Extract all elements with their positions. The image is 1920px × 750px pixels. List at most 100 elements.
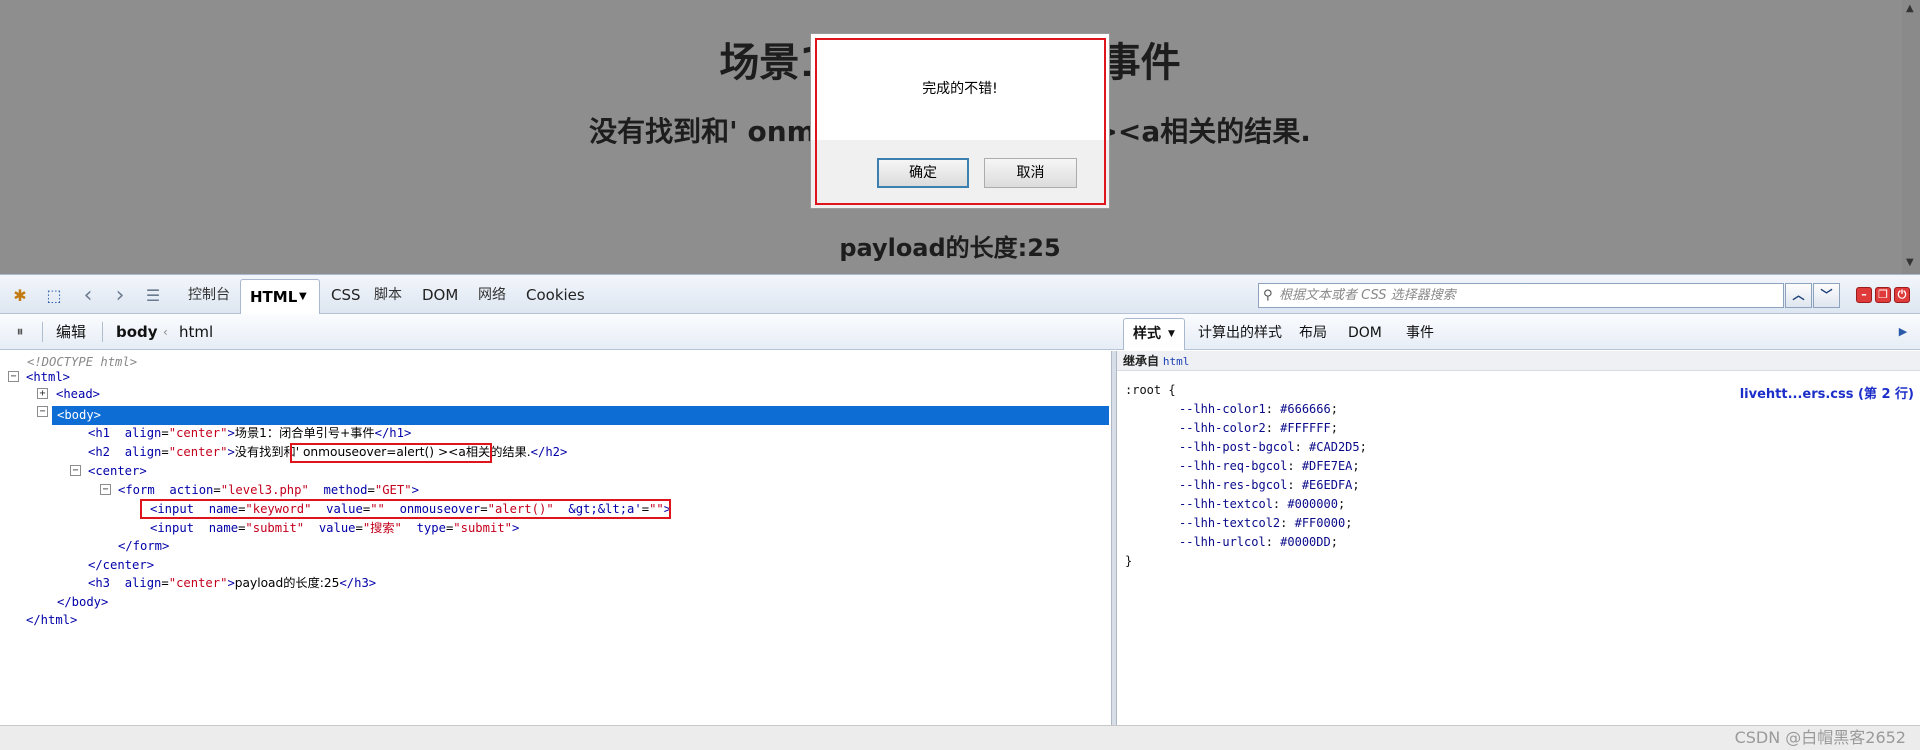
tag-h3-close: </h3> — [339, 576, 377, 590]
forward-icon[interactable]: › — [110, 285, 130, 307]
toolbar-separator — [102, 322, 103, 342]
attr-name: type — [416, 521, 446, 535]
attr-value: "submit" — [245, 521, 305, 535]
tab-html[interactable]: HTML ▼ — [240, 279, 320, 316]
breadcrumb-body[interactable]: body — [116, 314, 158, 350]
breadcrumb-separator-icon: ‹ — [163, 325, 168, 339]
breadcrumb-html[interactable]: html — [179, 314, 213, 350]
inspect-icon[interactable]: ⬚ — [44, 286, 64, 306]
css-property-value[interactable]: #FF0000 — [1295, 516, 1346, 530]
css-property[interactable]: --lhh-req-bgcol: #DFE7EA; — [1179, 457, 1360, 476]
css-property-value[interactable]: #666666 — [1280, 402, 1331, 416]
collapse-body-icon[interactable]: − — [37, 406, 48, 417]
attr-value: "level3.php" — [220, 483, 309, 497]
css-property-name[interactable]: --lhh-color2 — [1179, 421, 1266, 435]
html-panel-bar: ⏸ 编辑 body ‹ html 样式 ▼ 计算出的样式 布局 DOM 事件 ▶ — [0, 314, 1920, 350]
tab-dom[interactable]: DOM — [422, 275, 458, 315]
tab-cookies[interactable]: Cookies — [526, 275, 585, 315]
stylesheet-source-link[interactable]: livehtt...ers.css (第 2 行) — [1740, 383, 1914, 402]
tag-body-open: <body> — [57, 408, 102, 422]
search-input[interactable] — [1279, 285, 1779, 306]
tree-form-close[interactable]: </form> — [118, 537, 169, 555]
tree-h3[interactable]: <h3 align="center">payload的长度:25</h3> — [88, 574, 376, 592]
tree-html-close[interactable]: </html> — [26, 611, 77, 629]
tag-input: <input — [150, 521, 195, 535]
tag-h1-close: </h1> — [374, 426, 412, 440]
tree-input-submit[interactable]: <input name="submit" value="搜索" type="su… — [150, 519, 519, 537]
css-property-value[interactable]: #0000DD — [1280, 535, 1331, 549]
tab-layout[interactable]: 布局 — [1299, 318, 1327, 349]
chevron-down-icon[interactable]: ▼ — [1168, 319, 1175, 350]
collapse-form-icon[interactable]: − — [100, 484, 111, 495]
attr-name: value — [318, 521, 356, 535]
tree-body-selected[interactable]: <body> — [57, 406, 101, 424]
css-property[interactable]: --lhh-res-bgcol: #E6EDFA; — [1179, 476, 1360, 495]
tree-center[interactable]: <center> — [88, 462, 147, 480]
attr-value: "submit" — [453, 521, 512, 535]
h3-text: payload的长度:25 — [234, 576, 340, 590]
tab-script[interactable]: 脚本 — [374, 275, 402, 315]
chevron-down-icon[interactable]: ▼ — [299, 280, 307, 314]
back-icon[interactable]: ‹ — [78, 285, 98, 307]
html-tree: <!DOCTYPE html> − <html> + <head> − <bod… — [0, 351, 1111, 725]
tree-head[interactable]: <head> — [56, 385, 100, 403]
tab-styles[interactable]: 样式 ▼ — [1123, 318, 1185, 350]
scroll-up-icon[interactable]: ▲ — [1906, 4, 1916, 14]
attr-value: "GET" — [374, 483, 412, 497]
css-property[interactable]: --lhh-color1: #666666; — [1179, 400, 1338, 419]
css-property-value[interactable]: #CAD2D5 — [1309, 440, 1360, 454]
tag-center-close: </center> — [88, 558, 155, 572]
css-property[interactable]: --lhh-textcol2: #FF0000; — [1179, 514, 1352, 533]
css-property[interactable]: --lhh-post-bgcol: #CAD2D5; — [1179, 438, 1367, 457]
attr-name: align — [124, 426, 162, 440]
tab-side-dom[interactable]: DOM — [1348, 318, 1382, 349]
css-property-name[interactable]: --lhh-color1 — [1179, 402, 1266, 416]
indent-icon[interactable]: ☰ — [143, 286, 163, 306]
css-property-name[interactable]: --lhh-urlcol — [1179, 535, 1266, 549]
tab-styles-label: 样式 — [1133, 326, 1161, 342]
firebug-icon[interactable]: ✱ — [10, 286, 30, 306]
tree-h1[interactable]: <h1 align="center">场景1：闭合单引号+事件</h1> — [88, 424, 411, 442]
tree-body-close[interactable]: </body> — [57, 593, 108, 611]
detach-icon[interactable]: ❐ — [1875, 287, 1891, 303]
css-property-name[interactable]: --lhh-textcol — [1179, 497, 1273, 511]
tab-events[interactable]: 事件 — [1406, 318, 1434, 349]
tree-html[interactable]: <html> — [26, 368, 70, 386]
expand-head-icon[interactable]: + — [37, 388, 48, 399]
css-property-value[interactable]: #DFE7EA — [1302, 459, 1353, 473]
tab-net[interactable]: 网络 — [478, 275, 506, 315]
css-property-name[interactable]: --lhh-res-bgcol — [1179, 478, 1287, 492]
close-icon[interactable]: ⏻ — [1894, 287, 1910, 303]
tab-computed[interactable]: 计算出的样式 — [1198, 318, 1282, 349]
tag-html-close: </html> — [26, 613, 78, 627]
scroll-down-icon[interactable]: ▼ — [1906, 258, 1916, 268]
css-property-value[interactable]: #FFFFFF — [1280, 421, 1331, 435]
css-property-name[interactable]: --lhh-req-bgcol — [1179, 459, 1287, 473]
search-prev-button[interactable]: ︿ — [1785, 283, 1812, 308]
tab-css[interactable]: CSS — [331, 275, 361, 315]
break-on-mutate-icon[interactable]: ⏸ — [10, 322, 30, 342]
tree-form[interactable]: <form action="level3.php" method="GET"> — [118, 481, 419, 499]
css-selector: :root { — [1125, 383, 1176, 397]
inherited-from-link[interactable]: html — [1163, 355, 1190, 368]
css-property-name[interactable]: --lhh-textcol2 — [1179, 516, 1280, 530]
styles-panel: 继承自 html :root { livehtt...ers.css (第 2 … — [1117, 351, 1920, 725]
minimize-icon[interactable]: – — [1856, 287, 1872, 303]
tree-center-close[interactable]: </center> — [88, 556, 154, 574]
css-property[interactable]: --lhh-color2: #FFFFFF; — [1179, 419, 1338, 438]
css-property[interactable]: --lhh-urlcol: #0000DD; — [1179, 533, 1338, 552]
css-property-name[interactable]: --lhh-post-bgcol — [1179, 440, 1295, 454]
collapse-center-icon[interactable]: − — [70, 465, 81, 476]
search-icon: ⚲ — [1263, 288, 1273, 303]
search-box[interactable]: ⚲ — [1258, 283, 1784, 308]
panel-menu-icon[interactable]: ▶ — [1893, 322, 1913, 342]
collapse-html-icon[interactable]: − — [8, 371, 19, 382]
page-scrollbar[interactable]: ▲ ▼ — [1902, 0, 1920, 274]
search-next-button[interactable]: ﹀ — [1813, 283, 1840, 308]
tag-form: <form — [118, 483, 155, 497]
tab-console[interactable]: 控制台 — [188, 275, 230, 315]
css-property-value[interactable]: #E6EDFA — [1302, 478, 1353, 492]
css-property[interactable]: --lhh-textcol: #000000; — [1179, 495, 1345, 514]
css-property-value[interactable]: #000000 — [1287, 497, 1338, 511]
edit-button[interactable]: 编辑 — [56, 314, 86, 350]
